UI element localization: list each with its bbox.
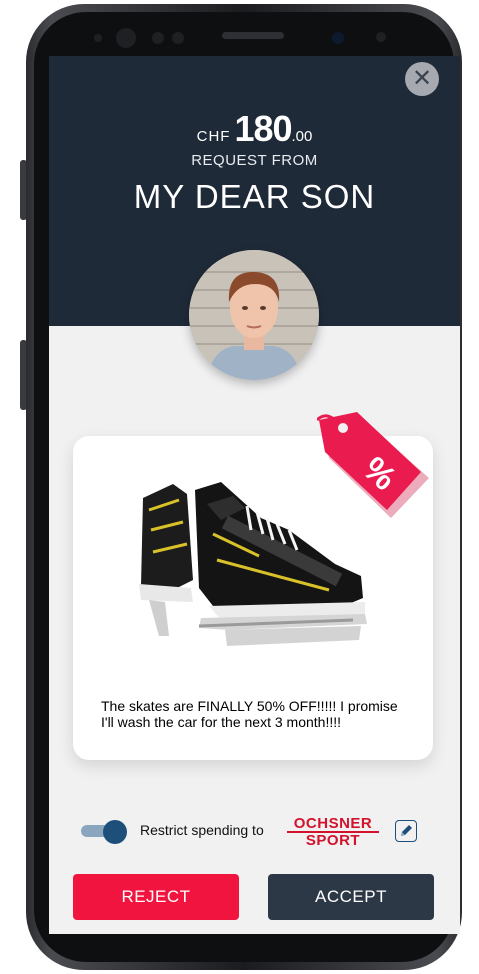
- requester-name: MY DEAR SON: [133, 178, 376, 215]
- sensor-dot: [172, 32, 184, 44]
- discount-tag-icon: %: [317, 412, 429, 518]
- toggle-knob: [103, 820, 127, 844]
- sensor-dot: [116, 28, 136, 48]
- sensor-dot: [152, 32, 164, 44]
- close-icon: ✕: [411, 65, 433, 92]
- restrict-spending-label: Restrict spending to: [140, 822, 264, 838]
- earpiece-speaker: [222, 32, 284, 39]
- phone-top-sensors: [48, 24, 428, 54]
- brand-line-1: OCHSNER: [287, 816, 379, 833]
- request-message: The skates are FINALLY 50% OFF!!!!! I pr…: [101, 698, 398, 730]
- close-button[interactable]: ✕: [405, 62, 439, 96]
- sensor-dot: [94, 34, 102, 42]
- request-from-label: REQUEST FROM: [191, 152, 318, 169]
- avatar-portrait: [189, 250, 319, 380]
- restrict-spending-toggle[interactable]: [81, 820, 129, 844]
- restriction-row: Restrict spending to OCHSNER SPORT: [49, 816, 460, 848]
- accept-button[interactable]: ACCEPT: [268, 874, 434, 920]
- request-amount: CHF 180.00: [49, 108, 460, 150]
- front-camera: [332, 32, 344, 44]
- app-screen: ✕ CHF 180.00 REQUEST FROM MY DEAR SON Th…: [49, 56, 460, 934]
- pencil-icon: [401, 825, 412, 836]
- edit-restriction-button[interactable]: [395, 820, 417, 842]
- amount-value: 180: [234, 108, 292, 149]
- ochsner-sport-logo: OCHSNER SPORT: [287, 816, 379, 848]
- reject-button[interactable]: REJECT: [73, 874, 239, 920]
- brand-line-2: SPORT: [305, 832, 361, 849]
- requester-avatar: [189, 250, 319, 380]
- currency-label: CHF: [196, 128, 231, 145]
- amount-decimals: .00: [291, 128, 313, 145]
- sensor-dot: [376, 32, 386, 42]
